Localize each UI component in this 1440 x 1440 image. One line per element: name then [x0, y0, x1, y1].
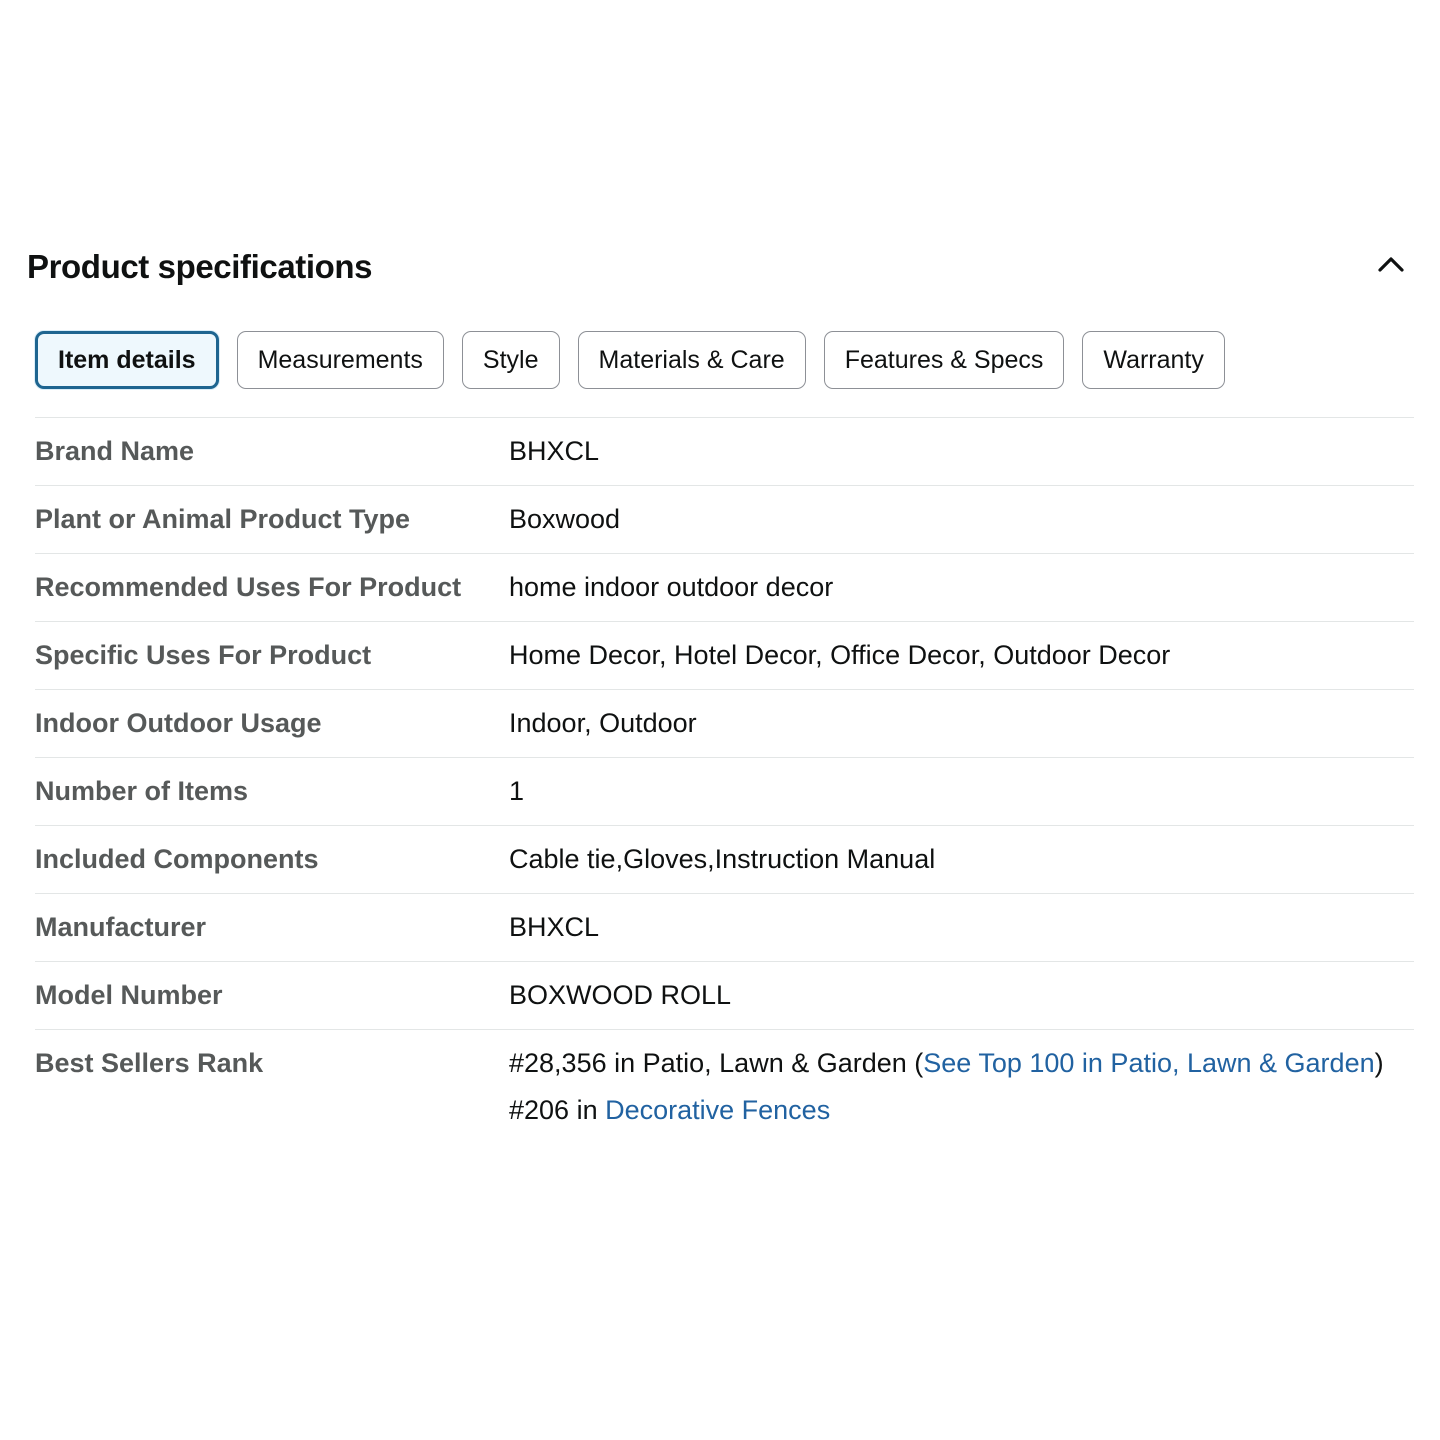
- spec-label: Recommended Uses For Product: [35, 572, 462, 602]
- spec-label: Specific Uses For Product: [35, 640, 372, 670]
- spec-value: BOXWOOD ROLL: [509, 980, 732, 1010]
- spec-row-specific-uses: Specific Uses For Product Home Decor, Ho…: [35, 622, 1414, 690]
- product-specifications-page: Product specifications Item details Meas…: [0, 0, 1440, 1440]
- tab-item-details[interactable]: Item details: [35, 331, 219, 389]
- tab-materials-care[interactable]: Materials & Care: [577, 331, 806, 389]
- spec-label: Best Sellers Rank: [35, 1048, 264, 1078]
- tab-features-specs[interactable]: Features & Specs: [823, 331, 1065, 389]
- spec-value: Home Decor, Hotel Decor, Office Decor, O…: [509, 640, 1171, 670]
- chevron-up-icon: [1378, 257, 1404, 272]
- spec-label: Model Number: [35, 980, 223, 1010]
- spec-row-number-of-items: Number of Items 1: [35, 758, 1414, 826]
- spec-value: BHXCL: [509, 912, 600, 942]
- spec-label: Included Components: [35, 844, 319, 874]
- spec-row-best-sellers-rank: Best Sellers Rank #28,356 in Patio, Lawn…: [35, 1030, 1414, 1144]
- spec-value: 1: [509, 776, 525, 806]
- spec-row-manufacturer: Manufacturer BHXCL: [35, 894, 1414, 962]
- rank-text-suffix: ): [1374, 1048, 1384, 1078]
- spec-label: Brand Name: [35, 436, 195, 466]
- spec-label: Number of Items: [35, 776, 249, 806]
- rank-line-subcategory: #206 in Decorative Fences: [509, 1091, 1414, 1130]
- spec-value: #28,356 in Patio, Lawn & Garden (See Top…: [509, 1044, 1414, 1130]
- spec-row-included-components: Included Components Cable tie,Gloves,Ins…: [35, 826, 1414, 894]
- tab-style[interactable]: Style: [461, 331, 560, 389]
- spec-value: Boxwood: [509, 504, 621, 534]
- spec-tabs: Item details Measurements Style Material…: [35, 331, 1225, 389]
- spec-value: Indoor, Outdoor: [509, 708, 697, 738]
- tab-measurements[interactable]: Measurements: [236, 331, 444, 389]
- spec-label: Manufacturer: [35, 912, 207, 942]
- spec-value: BHXCL: [509, 436, 600, 466]
- spec-row-brand-name: Brand Name BHXCL: [35, 418, 1414, 486]
- rank-text: #206 in: [509, 1095, 606, 1125]
- spec-label: Indoor Outdoor Usage: [35, 708, 322, 738]
- section-title: Product specifications: [27, 248, 373, 285]
- decorative-fences-link[interactable]: Decorative Fences: [605, 1095, 830, 1125]
- spec-row-product-type: Plant or Animal Product Type Boxwood: [35, 486, 1414, 554]
- spec-value: Cable tie,Gloves,Instruction Manual: [509, 844, 936, 874]
- spec-row-recommended-uses: Recommended Uses For Product home indoor…: [35, 554, 1414, 622]
- specs-table: Brand Name BHXCL Plant or Animal Product…: [35, 417, 1414, 1144]
- tab-warranty[interactable]: Warranty: [1082, 331, 1225, 389]
- section-header: Product specifications: [27, 244, 1413, 296]
- spec-value: home indoor outdoor decor: [509, 572, 834, 602]
- rank-text: #28,356 in Patio, Lawn & Garden (: [509, 1048, 924, 1078]
- spec-row-indoor-outdoor: Indoor Outdoor Usage Indoor, Outdoor: [35, 690, 1414, 758]
- spec-label: Plant or Animal Product Type: [35, 504, 411, 534]
- collapse-button[interactable]: [1371, 244, 1411, 284]
- rank-line-category: #28,356 in Patio, Lawn & Garden (See Top…: [509, 1044, 1414, 1083]
- see-top-100-link[interactable]: See Top 100 in Patio, Lawn & Garden: [923, 1048, 1374, 1078]
- spec-row-model-number: Model Number BOXWOOD ROLL: [35, 962, 1414, 1030]
